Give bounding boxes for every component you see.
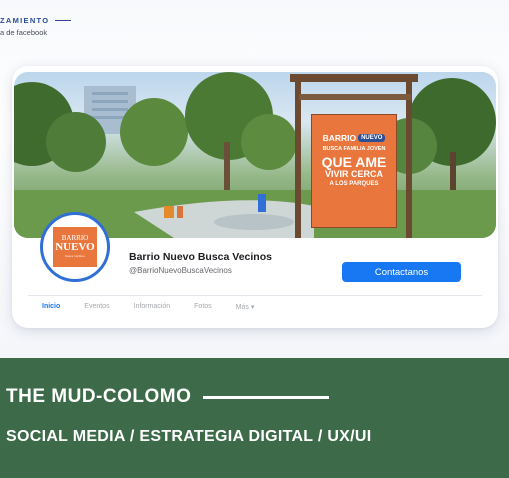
banner-subtitle: SOCIAL MEDIA / ESTRATEGIA DIGITAL / UX/U… [6,428,372,445]
caption-kicker: ZAMIENTO [0,16,72,25]
facebook-page-mockup: BARRIO NUEVO BUSCA FAMILIA JOVEN QUE AME … [12,66,498,328]
banner-title: THE MUD-COLOMO [6,386,330,408]
project-banner: THE MUD-COLOMO SOCIAL MEDIA / ESTRATEGIA… [0,358,509,478]
tab-informacion[interactable]: Información [134,303,171,311]
sign-headline: QUE AME [321,154,387,170]
tab-mas[interactable]: Más ▾ [236,303,255,311]
page-title: Barrio Nuevo Busca Vecinos [129,251,272,263]
profile-avatar[interactable]: BARRIO NUEVO busca vecinos [40,212,110,282]
sign-brand: BARRIO NUEVO [312,133,396,143]
sign-tagline: BUSCA FAMILIA JOVEN [322,146,386,152]
banner-rule [203,395,330,399]
tab-eventos[interactable]: Eventos [84,303,109,311]
page-handle: @BarrioNuevoBuscaVecinos [129,266,232,275]
park-sign: BARRIO NUEVO BUSCA FAMILIA JOVEN QUE AME … [311,114,397,228]
caption-subtitle: a de facebook [0,28,48,37]
contact-button[interactable]: Contactanos [342,262,461,282]
page-tabs: Inicio Eventos Información Fotos Más ▾ [42,303,278,311]
tab-fotos[interactable]: Fotos [194,303,212,311]
top-caption: ZAMIENTO a de facebook [0,16,72,37]
tab-inicio[interactable]: Inicio [42,303,60,311]
divider [28,295,482,296]
brand-logo: BARRIO NUEVO busca vecinos [53,227,97,267]
sign-footer: A LOS PARQUES [329,181,379,187]
sign-subheadline: VIVIR CERCA [324,169,383,179]
